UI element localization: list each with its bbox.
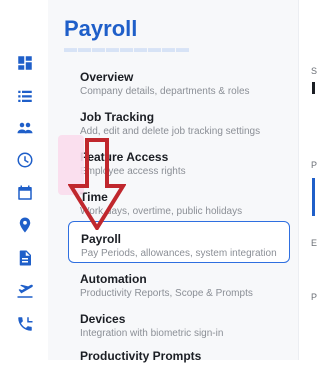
phone-icon[interactable] (13, 312, 37, 336)
content-glyph: P (311, 160, 318, 170)
menu-item-label: Productivity Prompts (80, 349, 202, 363)
menu-item-label: Payroll (81, 232, 122, 246)
list-icon[interactable] (13, 84, 37, 108)
clock-icon[interactable] (13, 148, 37, 172)
menu-item-desc: Productivity Reports, Scope & Prompts (80, 288, 253, 299)
content-pane-edge: S P E P (298, 0, 318, 360)
content-accent-bar (312, 178, 315, 216)
menu-item-desc: Add, edit and delete job tracking settin… (80, 126, 261, 137)
calendar-icon[interactable] (13, 181, 37, 205)
icon-rail (0, 0, 48, 360)
panel-title-echo: ▬▬▬▬▬▬▬▬▬ (64, 40, 190, 55)
menu-item-desc: Company details, departments & roles (80, 86, 250, 97)
content-mark (312, 82, 315, 94)
down-arrow-annotation (68, 138, 126, 230)
panel-title: Payroll (64, 16, 138, 41)
content-glyph: S (311, 66, 318, 76)
menu-item-desc: Pay Periods, allowances, system integrat… (81, 248, 277, 259)
menu-item-label: Devices (80, 312, 126, 326)
content-glyph: E (311, 238, 318, 248)
menu-item-devices[interactable]: Devices Integration with biometric sign-… (68, 308, 290, 348)
menu-item-label: Job Tracking (80, 110, 155, 124)
menu-item-automation[interactable]: Automation Productivity Reports, Scope &… (68, 268, 290, 308)
people-icon[interactable] (13, 116, 37, 140)
menu-item-desc: Integration with biometric sign-in (80, 328, 224, 339)
menu-item-label: Overview (80, 70, 134, 84)
document-icon[interactable] (13, 246, 37, 270)
dashboard-icon[interactable] (13, 51, 37, 75)
plane-icon[interactable] (13, 279, 37, 303)
menu-item-productivity-prompts[interactable]: Productivity Prompts (68, 345, 290, 385)
menu-item-label: Automation (80, 272, 147, 286)
menu-item-overview[interactable]: Overview Company details, departments & … (68, 66, 290, 106)
location-pin-icon[interactable] (13, 213, 37, 237)
content-glyph: P (311, 292, 318, 302)
